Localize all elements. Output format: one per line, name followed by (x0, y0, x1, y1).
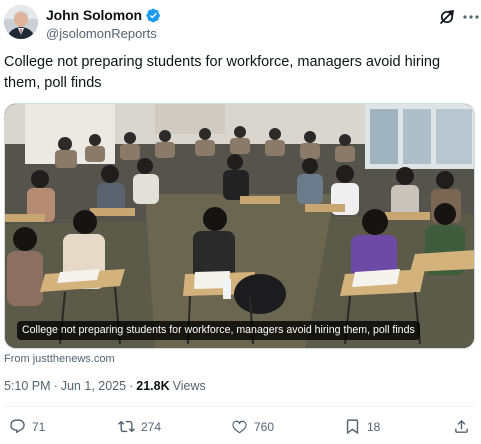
divider (4, 406, 475, 407)
card-caption: College not preparing students for workf… (17, 321, 420, 340)
reply-button[interactable]: 71 (9, 418, 45, 435)
action-bar: 71 274 760 18 (0, 418, 481, 442)
author-display-name[interactable]: John Solomon (46, 7, 142, 23)
share-icon (455, 419, 468, 433)
more-icon[interactable] (462, 9, 480, 25)
grok-icon[interactable] (439, 9, 455, 25)
like-count: 760 (254, 419, 275, 434)
classroom-students-writing-exam-photo (5, 104, 474, 348)
reply-icon (10, 419, 25, 434)
post-time[interactable]: 5:10 PM (4, 379, 51, 393)
like-icon (232, 420, 247, 434)
link-card[interactable]: College not preparing students for workf… (4, 103, 475, 349)
views-label: Views (172, 379, 206, 393)
reply-count: 71 (32, 419, 46, 434)
bookmark-button[interactable]: 18 (344, 418, 380, 435)
repost-icon (118, 420, 135, 433)
verified-badge-icon (146, 8, 161, 23)
repost-count: 274 (141, 419, 162, 434)
post-date[interactable]: Jun 1, 2025 (61, 379, 126, 393)
card-source[interactable]: From justthenews.com (4, 353, 115, 365)
bookmark-icon (346, 419, 359, 435)
bookmark-count: 18 (367, 419, 381, 434)
share-button[interactable] (453, 418, 470, 435)
tweet-text: College not preparing students for workf… (4, 54, 441, 91)
like-button[interactable]: 760 (231, 418, 274, 435)
tweet-header: John Solomon @jsolomonReports (4, 5, 480, 43)
tweet-meta: 5:10 PM · Jun 1, 2025 · 21.8K Views (4, 379, 206, 393)
repost-button[interactable]: 274 (118, 418, 161, 435)
meta-separator: · (53, 379, 58, 393)
author-handle[interactable]: @jsolomonReports (46, 26, 157, 41)
meta-separator: · (129, 379, 134, 393)
views-count[interactable]: 21.8K (136, 379, 169, 393)
avatar-photo (4, 5, 38, 39)
avatar[interactable] (4, 5, 38, 39)
